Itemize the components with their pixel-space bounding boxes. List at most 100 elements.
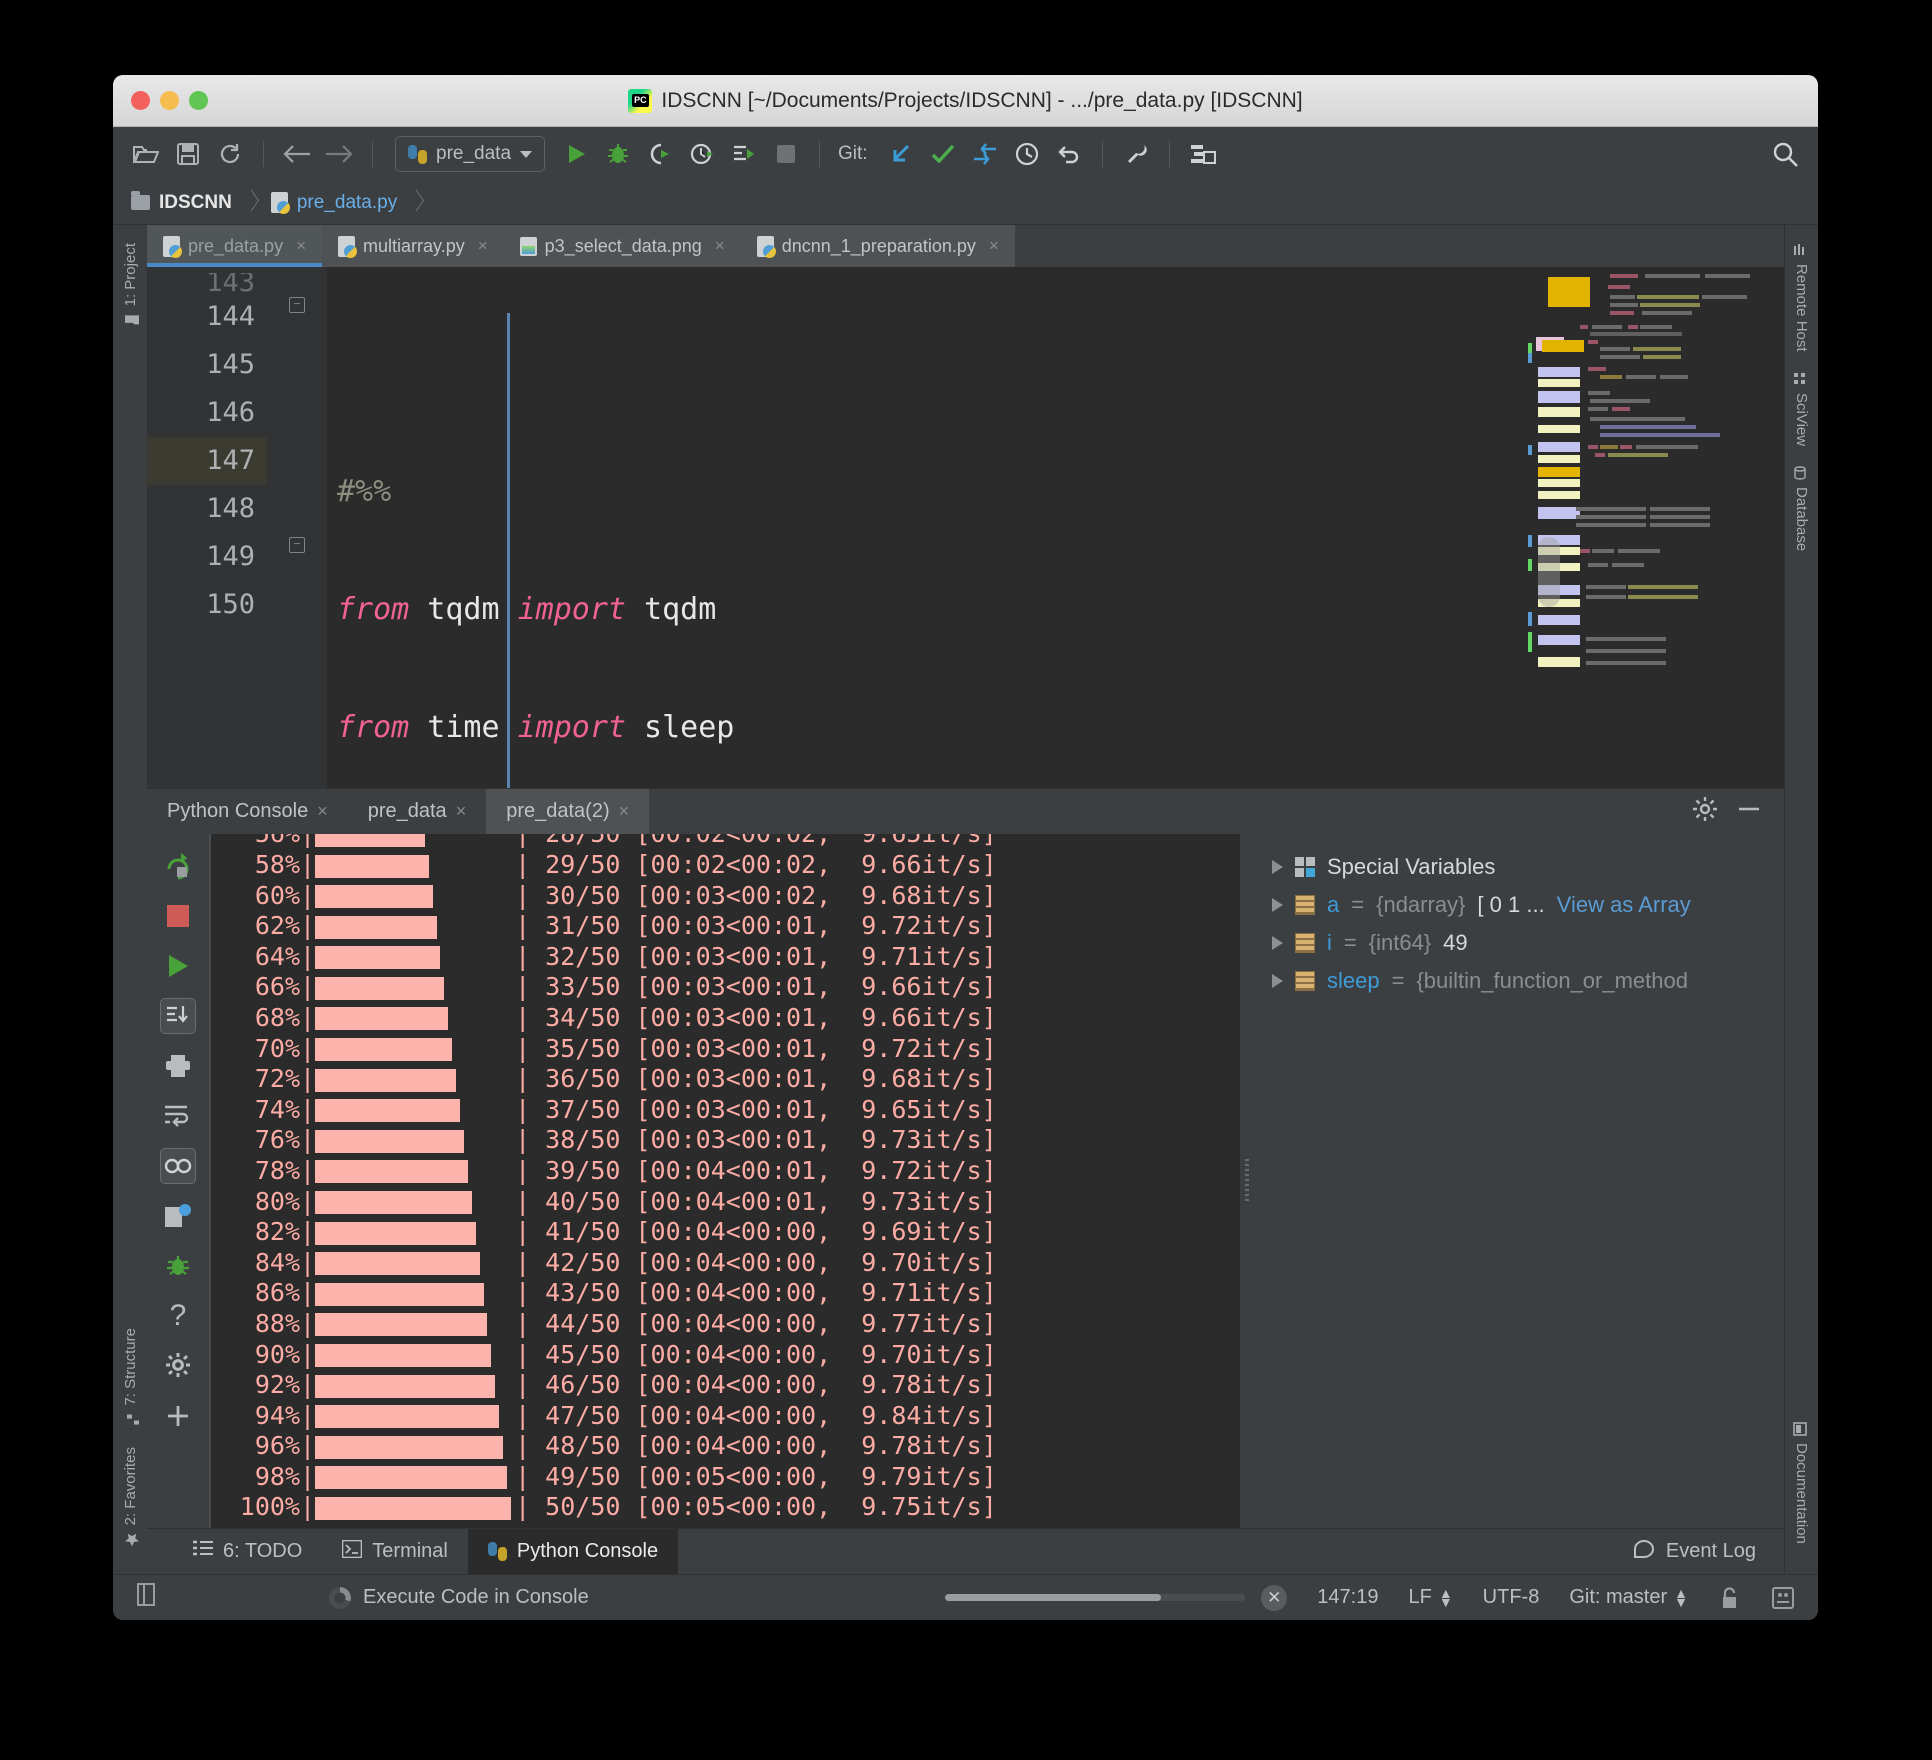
- progress-stats: 37/50 [00:03<00:01, 9.65it/s]: [545, 1094, 997, 1124]
- search-icon[interactable]: [1766, 135, 1804, 173]
- run-configuration-selector[interactable]: pre_data: [395, 136, 546, 172]
- sidebar-item-database[interactable]: Database: [1793, 456, 1810, 561]
- caret-position[interactable]: 147:19: [1317, 1586, 1378, 1609]
- gear-icon[interactable]: [1692, 796, 1718, 827]
- sidebar-item-documentation[interactable]: Documentation: [1792, 1412, 1810, 1554]
- code-token: tqdm: [409, 592, 518, 627]
- minimize-window-button[interactable]: [160, 91, 179, 110]
- soft-wrap-icon[interactable]: [160, 1098, 196, 1134]
- line-separator-selector[interactable]: LF ▲ ▼: [1408, 1586, 1452, 1609]
- editor-tab-dncnn-1-preparation[interactable]: dncnn_1_preparation.py ×: [740, 225, 1015, 267]
- rerun-icon[interactable]: [160, 848, 196, 884]
- console-tab-pre-data-2[interactable]: pre_data(2) ×: [486, 789, 650, 834]
- open-folder-icon[interactable]: [127, 135, 165, 173]
- run-icon[interactable]: [557, 135, 595, 173]
- sidebar-item-remote-host[interactable]: Remote Host: [1793, 233, 1810, 362]
- close-icon[interactable]: ×: [619, 801, 630, 822]
- wrench-icon[interactable]: [1117, 135, 1155, 173]
- code-editor[interactable]: 143 144 145 146 147 148 149 150 − − #%% …: [147, 267, 1784, 788]
- tool-window-terminal[interactable]: Terminal: [322, 1529, 468, 1574]
- close-icon[interactable]: ×: [715, 236, 725, 256]
- run-with-console-icon[interactable]: [725, 135, 763, 173]
- sync-icon[interactable]: [211, 135, 249, 173]
- breadcrumb-project[interactable]: IDSCNN: [131, 191, 245, 214]
- help-icon[interactable]: ?: [160, 1298, 196, 1334]
- progress-percent: 100%: [239, 1492, 300, 1522]
- debug-icon[interactable]: [160, 1248, 196, 1284]
- run-coverage-icon[interactable]: [641, 135, 679, 173]
- execute-icon[interactable]: [160, 948, 196, 984]
- close-icon[interactable]: ×: [989, 236, 999, 256]
- close-window-button[interactable]: [131, 91, 150, 110]
- update-project-icon[interactable]: [882, 135, 920, 173]
- stop-icon[interactable]: [767, 135, 805, 173]
- breadcrumb-file[interactable]: pre_data.py: [258, 192, 410, 214]
- debug-icon[interactable]: [599, 135, 637, 173]
- variables-row-special[interactable]: Special Variables: [1272, 848, 1784, 886]
- close-icon[interactable]: ×: [456, 801, 467, 822]
- tool-window-python-console[interactable]: Python Console: [467, 1529, 679, 1574]
- variables-row-a[interactable]: a = {ndarray} [ 0 1 ... View as Array: [1272, 886, 1784, 924]
- sidebar-item-project[interactable]: 1: Project: [122, 233, 139, 337]
- stop-icon[interactable]: [160, 898, 196, 934]
- unlocked-icon[interactable]: [1718, 1586, 1740, 1610]
- profile-icon[interactable]: [683, 135, 721, 173]
- show-history-icon[interactable]: [160, 1198, 196, 1234]
- expand-triangle-icon[interactable]: [1272, 974, 1283, 988]
- variables-row-i[interactable]: i = {int64} 49: [1272, 924, 1784, 962]
- code-minimap[interactable]: [1500, 267, 1750, 788]
- spinner-icon: [329, 1586, 351, 1609]
- expand-triangle-icon[interactable]: [1272, 936, 1283, 950]
- console-progress-row: 86% | | 43/50 [00:04<00:00, 9.71it/s]: [225, 1278, 1240, 1309]
- variables-panel[interactable]: Special Variables a = {ndarray} [ 0 1 ..…: [1254, 834, 1784, 1528]
- inspector-icon[interactable]: [1770, 1585, 1796, 1611]
- back-arrow-icon[interactable]: [278, 135, 316, 173]
- minimap-scroll-thumb[interactable]: [1538, 537, 1560, 607]
- expand-triangle-icon[interactable]: [1272, 860, 1283, 874]
- save-icon[interactable]: [169, 135, 207, 173]
- editor-tab-pre-data[interactable]: pre_data.py ×: [147, 225, 323, 267]
- sidebar-item-sciview[interactable]: SciView: [1793, 362, 1810, 456]
- rollback-icon[interactable]: [1050, 135, 1088, 173]
- sidebar-item-favorites[interactable]: 2: Favorites: [122, 1437, 139, 1556]
- history-clock-icon[interactable]: [1008, 135, 1046, 173]
- window-controls[interactable]: [131, 91, 208, 110]
- sidebar-item-documentation-label: Documentation: [1793, 1443, 1810, 1544]
- minimize-icon[interactable]: [1736, 796, 1762, 827]
- commit-check-icon[interactable]: [924, 135, 962, 173]
- expand-triangle-icon[interactable]: [1272, 898, 1283, 912]
- tool-window-todo[interactable]: 6: TODO: [173, 1529, 322, 1574]
- settings-gear-icon[interactable]: [160, 1348, 196, 1384]
- console-tab-pre-data[interactable]: pre_data ×: [348, 789, 486, 834]
- console-output[interactable]: 56%|| 28/50 [00:02<00:02, 9.65it/s]58%||…: [209, 834, 1240, 1528]
- maximize-window-button[interactable]: [189, 91, 208, 110]
- close-icon[interactable]: ×: [478, 236, 488, 256]
- push-icon[interactable]: [966, 135, 1004, 173]
- fold-marker-144[interactable]: −: [289, 297, 305, 313]
- sidebar-item-structure[interactable]: 7: Structure: [122, 1318, 139, 1437]
- git-branch-selector[interactable]: Git: master ▲ ▼: [1569, 1586, 1688, 1609]
- editor-tab-multiarray[interactable]: multiarray.py ×: [322, 225, 504, 267]
- project-structure-icon[interactable]: [1184, 135, 1222, 173]
- progress-bar-left-edge: |: [300, 1492, 316, 1522]
- console-tab-python-console[interactable]: Python Console ×: [147, 789, 348, 834]
- cancel-icon[interactable]: ✕: [1261, 1584, 1288, 1611]
- forward-arrow-icon[interactable]: [320, 135, 358, 173]
- event-log-button[interactable]: Event Log: [1632, 1538, 1784, 1566]
- console-splitter[interactable]: [1240, 834, 1254, 1528]
- use-console-icon[interactable]: [160, 1148, 196, 1184]
- variables-row-sleep[interactable]: sleep = {builtin_function_or_method: [1272, 962, 1784, 1000]
- fold-gutter[interactable]: − −: [267, 267, 327, 788]
- scroll-to-end-icon[interactable]: [160, 998, 196, 1034]
- add-icon[interactable]: [160, 1398, 196, 1434]
- editor-tab-p3-select-data[interactable]: p3_select_data.png ×: [503, 225, 741, 267]
- encoding-selector[interactable]: UTF-8: [1483, 1586, 1540, 1609]
- close-icon[interactable]: ×: [317, 801, 328, 822]
- view-as-array-link[interactable]: View as Array: [1557, 892, 1691, 918]
- close-icon[interactable]: ×: [296, 236, 306, 256]
- toggle-sidebar-icon[interactable]: [135, 1582, 159, 1614]
- print-icon[interactable]: [160, 1048, 196, 1084]
- fold-marker-149[interactable]: −: [289, 537, 305, 553]
- progress-bar-left-edge: |: [300, 1339, 316, 1369]
- console-panel-actions: [1692, 796, 1784, 827]
